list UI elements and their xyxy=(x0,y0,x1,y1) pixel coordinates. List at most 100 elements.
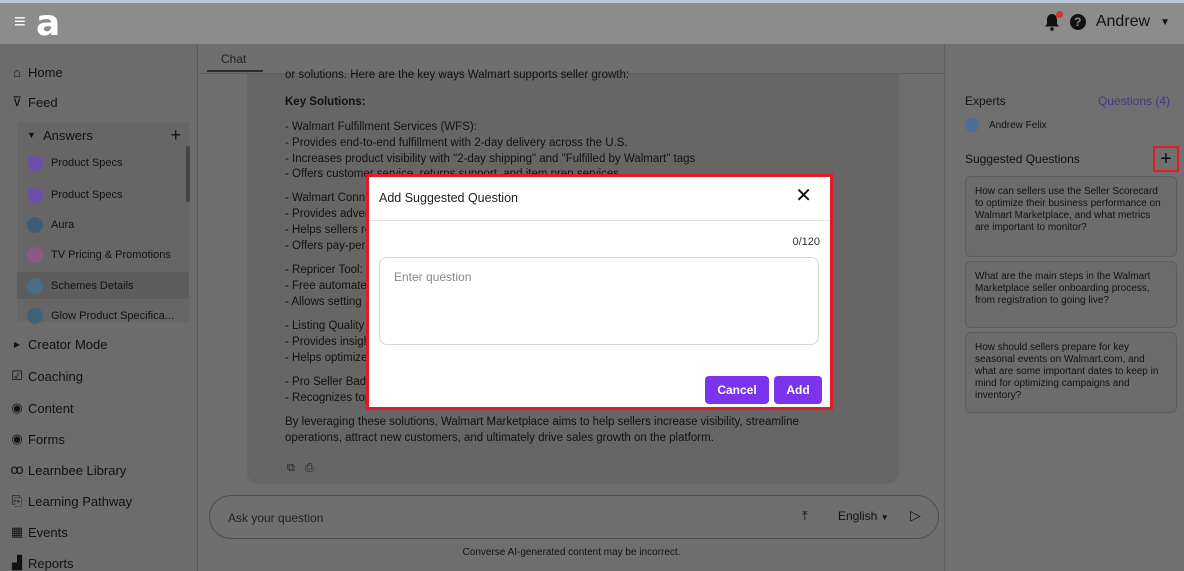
sidebar-item-creator-mode[interactable]: ▶ Creator Mode xyxy=(0,330,190,358)
home-icon: ⌂ xyxy=(13,64,21,80)
sidebar-item-content[interactable]: ◉ Content xyxy=(0,394,190,422)
ai-disclaimer: Converse AI-generated content may be inc… xyxy=(462,547,681,558)
sidebar-item-home[interactable]: ⌂ Home xyxy=(0,58,190,86)
suggested-question-card[interactable]: How should sellers prepare for key seaso… xyxy=(965,332,1177,413)
sidebar-item-feed[interactable]: ⊽ Feed xyxy=(0,88,190,116)
response-line: - Increases product visibility with "2-d… xyxy=(285,153,696,165)
ask-question-input[interactable]: Ask your question xyxy=(228,511,323,525)
modal-title: Add Suggested Question xyxy=(379,191,518,205)
library-icon: ꝏ xyxy=(10,462,24,477)
sidebar-item-reports[interactable]: ▟ Reports xyxy=(0,549,190,571)
send-icon[interactable]: ▷ xyxy=(910,507,921,524)
add-button[interactable]: Add xyxy=(774,376,822,404)
upload-icon[interactable]: ⤒ xyxy=(802,508,808,524)
close-icon[interactable]: ✕ xyxy=(795,183,812,208)
right-panel: Experts Questions (4) Andrew Felix Sugge… xyxy=(944,44,1184,571)
avatar xyxy=(27,277,43,294)
answers-header[interactable]: ▼ Answers + xyxy=(17,122,189,148)
response-line: - Provides end-to-end fulfillment with 2… xyxy=(285,137,628,149)
question-input[interactable] xyxy=(379,257,819,345)
sidebar-item-product-specs-2[interactable]: Product Specs xyxy=(17,181,189,208)
language-value: English xyxy=(838,509,878,523)
help-icon[interactable]: ? xyxy=(1069,14,1086,30)
expert-name: Andrew Felix xyxy=(989,119,1047,131)
response-line: - Offers pay-per- xyxy=(285,240,370,252)
add-suggested-question-plus-icon[interactable]: + xyxy=(1153,146,1179,172)
avatar xyxy=(27,186,43,203)
response-line: - Recognizes top xyxy=(285,392,372,404)
response-line: operations, attract new customers, and u… xyxy=(285,432,714,444)
sidebar-item-tv-pricing[interactable]: TV Pricing & Promotions xyxy=(17,241,189,268)
avatar xyxy=(27,307,43,324)
language-select[interactable]: English ▼ xyxy=(838,509,889,523)
copy-icon[interactable]: ⧉ xyxy=(287,462,295,475)
avatar xyxy=(27,216,43,233)
sidebar-item-label: Content xyxy=(28,400,74,416)
suggested-question-card[interactable]: How can sellers use the Seller Scorecard… xyxy=(965,176,1177,257)
sidebar-item-glow-product[interactable]: Glow Product Specifica... xyxy=(17,302,189,329)
add-answer-plus-icon[interactable]: + xyxy=(170,125,181,146)
sidebar-item-label: Learning Pathway xyxy=(28,493,133,509)
forms-icon: ◉ xyxy=(11,431,23,446)
questions-link[interactable]: Questions (4) xyxy=(1098,94,1170,108)
sidebar-item-forms[interactable]: ◉ Forms xyxy=(0,425,190,453)
caret-down-icon: ▼ xyxy=(27,130,36,140)
response-line: By leveraging these solutions, Walmart M… xyxy=(285,416,799,428)
pathway-icon: ⎘ xyxy=(11,493,23,508)
response-line: - Listing Quality xyxy=(285,320,365,332)
response-line: - Provides insigh xyxy=(285,336,371,348)
character-counter: 0/120 xyxy=(792,236,820,248)
sidebar-item-label: Product Specs xyxy=(51,156,123,169)
modal-divider xyxy=(369,220,830,221)
chevron-down-icon: ▼ xyxy=(880,513,889,522)
sidebar-item-label: Feed xyxy=(28,94,58,110)
avatar xyxy=(27,246,43,263)
sidebar-item-learnbee-library[interactable]: ꝏ Learnbee Library xyxy=(0,456,190,484)
sidebar-item-label: Learnbee Library xyxy=(28,462,127,478)
answers-label: Answers xyxy=(43,127,93,143)
sidebar-item-coaching[interactable]: ☑ Coaching xyxy=(0,362,190,390)
sidebar-item-label: Aura xyxy=(51,218,75,231)
sidebar-item-label: Product Specs xyxy=(51,188,123,201)
sidebar-item-learning-pathway[interactable]: ⎘ Learning Pathway xyxy=(0,487,190,515)
sidebar-item-events[interactable]: ▦ Events xyxy=(0,518,190,546)
notification-dot xyxy=(1055,11,1063,18)
user-menu-chevron-down-icon[interactable]: ▼ xyxy=(1160,17,1170,28)
response-heading: Key Solutions: xyxy=(285,96,366,108)
response-line: - Walmart Conn xyxy=(285,192,366,204)
user-area: ? Andrew ▼ xyxy=(1044,11,1170,31)
expert-item[interactable]: Andrew Felix xyxy=(965,118,1047,132)
avatar xyxy=(965,118,979,132)
sidebar: ⌂ Home ⊽ Feed ▼ Answers + Product Specs … xyxy=(0,44,198,571)
sidebar-item-aura[interactable]: Aura xyxy=(17,211,189,238)
sidebar-item-label: Reports xyxy=(28,555,74,571)
sidebar-item-label: Creator Mode xyxy=(28,336,108,352)
suggested-questions-label: Suggested Questions xyxy=(965,152,1080,166)
response-line: - Pro Seller Badg xyxy=(285,376,373,388)
ask-question-box[interactable]: Ask your question ⤒ English ▼ ▷ xyxy=(209,495,939,539)
caret-right-icon: ▶ xyxy=(13,339,21,349)
cancel-button[interactable]: Cancel xyxy=(705,376,769,404)
reports-icon: ▟ xyxy=(12,555,22,570)
user-name[interactable]: Andrew xyxy=(1096,13,1150,31)
sidebar-scrollbar[interactable] xyxy=(186,146,190,202)
response-line: - Free automate xyxy=(285,280,367,292)
document-icon[interactable]: ⎙ xyxy=(305,462,314,475)
hamburger-menu-icon[interactable]: ≡ xyxy=(14,11,34,34)
response-line: - Repricer Tool: xyxy=(285,264,363,276)
sidebar-item-label: Home xyxy=(28,64,63,80)
avatar xyxy=(27,154,43,171)
suggested-question-card[interactable]: What are the main steps in the Walmart M… xyxy=(965,261,1177,328)
add-suggested-question-modal: Add Suggested Question ✕ 0/120 Cancel Ad… xyxy=(366,174,833,410)
sidebar-item-label: Glow Product Specifica... xyxy=(51,309,174,322)
answers-group: ▼ Answers + Product Specs Product Specs … xyxy=(17,122,189,324)
app-logo[interactable]: a xyxy=(36,4,60,44)
sidebar-item-schemes-details[interactable]: Schemes Details xyxy=(17,272,189,299)
sidebar-item-product-specs[interactable]: Product Specs xyxy=(17,149,189,176)
checkbox-icon: ☑ xyxy=(11,368,23,383)
tab-chat[interactable]: Chat xyxy=(207,52,263,72)
sidebar-item-label: Events xyxy=(28,524,68,540)
response-line: - Helps sellers re xyxy=(285,224,372,236)
notification-bell-icon[interactable] xyxy=(1044,11,1063,31)
sidebar-item-label: Coaching xyxy=(28,368,83,384)
